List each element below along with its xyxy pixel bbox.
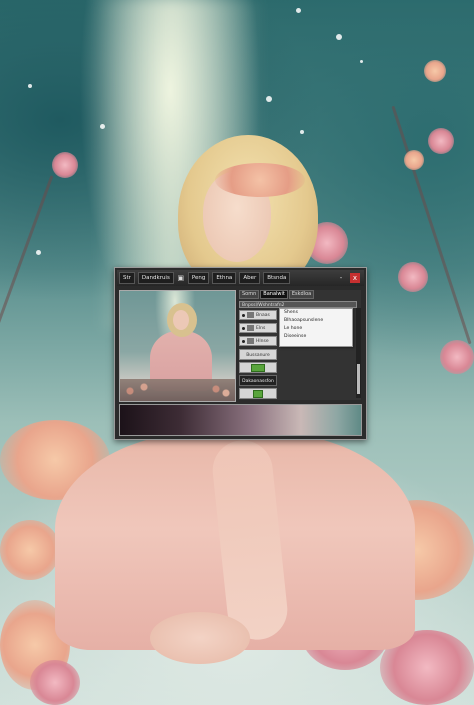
blossom [52, 152, 78, 178]
sparkle [300, 130, 304, 134]
preview-flowers [120, 379, 235, 401]
sparkle [100, 124, 105, 129]
panel-button[interactable]: Dakaonassfon [239, 375, 277, 386]
panel-scrollbar[interactable] [356, 308, 361, 398]
panel-button[interactable]: Bussanure [239, 349, 277, 360]
sparkle [296, 8, 301, 13]
layer-row[interactable]: Hlnse [239, 336, 277, 346]
layer-thumbnail [247, 312, 254, 318]
menu-bar: Str Dandkruis ▣ Peng Ethna Aber Btsnda -… [117, 270, 364, 286]
layer-label: Bnaas [256, 312, 270, 318]
blossom [404, 150, 424, 170]
sparkle [36, 250, 41, 255]
menu-item[interactable]: Dandkruis [137, 272, 174, 284]
sparkle [28, 84, 32, 88]
blossom [440, 340, 474, 374]
blossom [428, 128, 454, 154]
layer-thumbnail [247, 338, 254, 344]
layers-panel: Somn Banalwit Eskdloa Bnpssl/Wshntrafn2 … [239, 290, 361, 400]
blossom [424, 60, 446, 82]
sparkle [336, 34, 342, 40]
color-swatch-icon [253, 389, 263, 398]
editor-window: Str Dandkruis ▣ Peng Ethna Aber Btsnda -… [114, 267, 367, 440]
scrollbar-thumb[interactable] [357, 364, 360, 394]
flower-bush [0, 520, 60, 580]
gradient-bar[interactable] [119, 404, 362, 436]
context-menu: Shens Blhaoapsunslene Le hone Diseeinse [279, 308, 353, 347]
flower-bush [30, 660, 80, 705]
close-button[interactable]: x [350, 273, 360, 283]
menu-item[interactable]: Aber [239, 272, 261, 284]
flower-crown [215, 163, 305, 197]
figure-hand [150, 612, 250, 664]
minimize-button[interactable]: - [336, 273, 346, 283]
layer-row[interactable]: Bnaas [239, 310, 277, 320]
layer-row[interactable]: Elns [239, 323, 277, 333]
layer-label: Hlnse [256, 338, 269, 344]
branch [0, 175, 54, 355]
menu-item[interactable]: Str [119, 272, 135, 284]
toggle-button[interactable] [239, 362, 277, 373]
tab-somn[interactable]: Somn [239, 290, 260, 299]
tab-banalwit[interactable]: Banalwit [260, 290, 288, 299]
toggle-indicator-icon [251, 363, 265, 372]
visibility-icon[interactable] [242, 339, 245, 343]
menu-item[interactable]: Btsnda [263, 272, 291, 284]
panel-search-field[interactable]: Bnpssl/Wshntrafn2 [239, 301, 357, 308]
menu-item[interactable]: Ethna [212, 272, 237, 284]
sparkle [266, 96, 272, 102]
layer-label: Elns [256, 325, 266, 331]
panel-tabs: Somn Banalwit Eskdloa [239, 290, 361, 299]
preview-figure-face [173, 310, 189, 330]
blossom [398, 262, 428, 292]
context-menu-item[interactable]: Diseeinse [280, 333, 352, 341]
image-preview[interactable] [119, 290, 236, 402]
sparkle [360, 60, 363, 63]
color-button[interactable] [239, 388, 277, 399]
context-menu-item[interactable]: Blhaoapsunslene [280, 317, 352, 325]
image-icon[interactable]: ▣ [177, 274, 185, 282]
layer-thumbnail [247, 325, 254, 331]
menu-item[interactable]: Peng [187, 272, 210, 284]
context-menu-item[interactable]: Le hone [280, 325, 352, 333]
tab-eskdloa[interactable]: Eskdloa [288, 290, 315, 299]
context-menu-item[interactable]: Shens [280, 309, 352, 317]
visibility-icon[interactable] [242, 313, 245, 317]
visibility-icon[interactable] [242, 326, 245, 330]
